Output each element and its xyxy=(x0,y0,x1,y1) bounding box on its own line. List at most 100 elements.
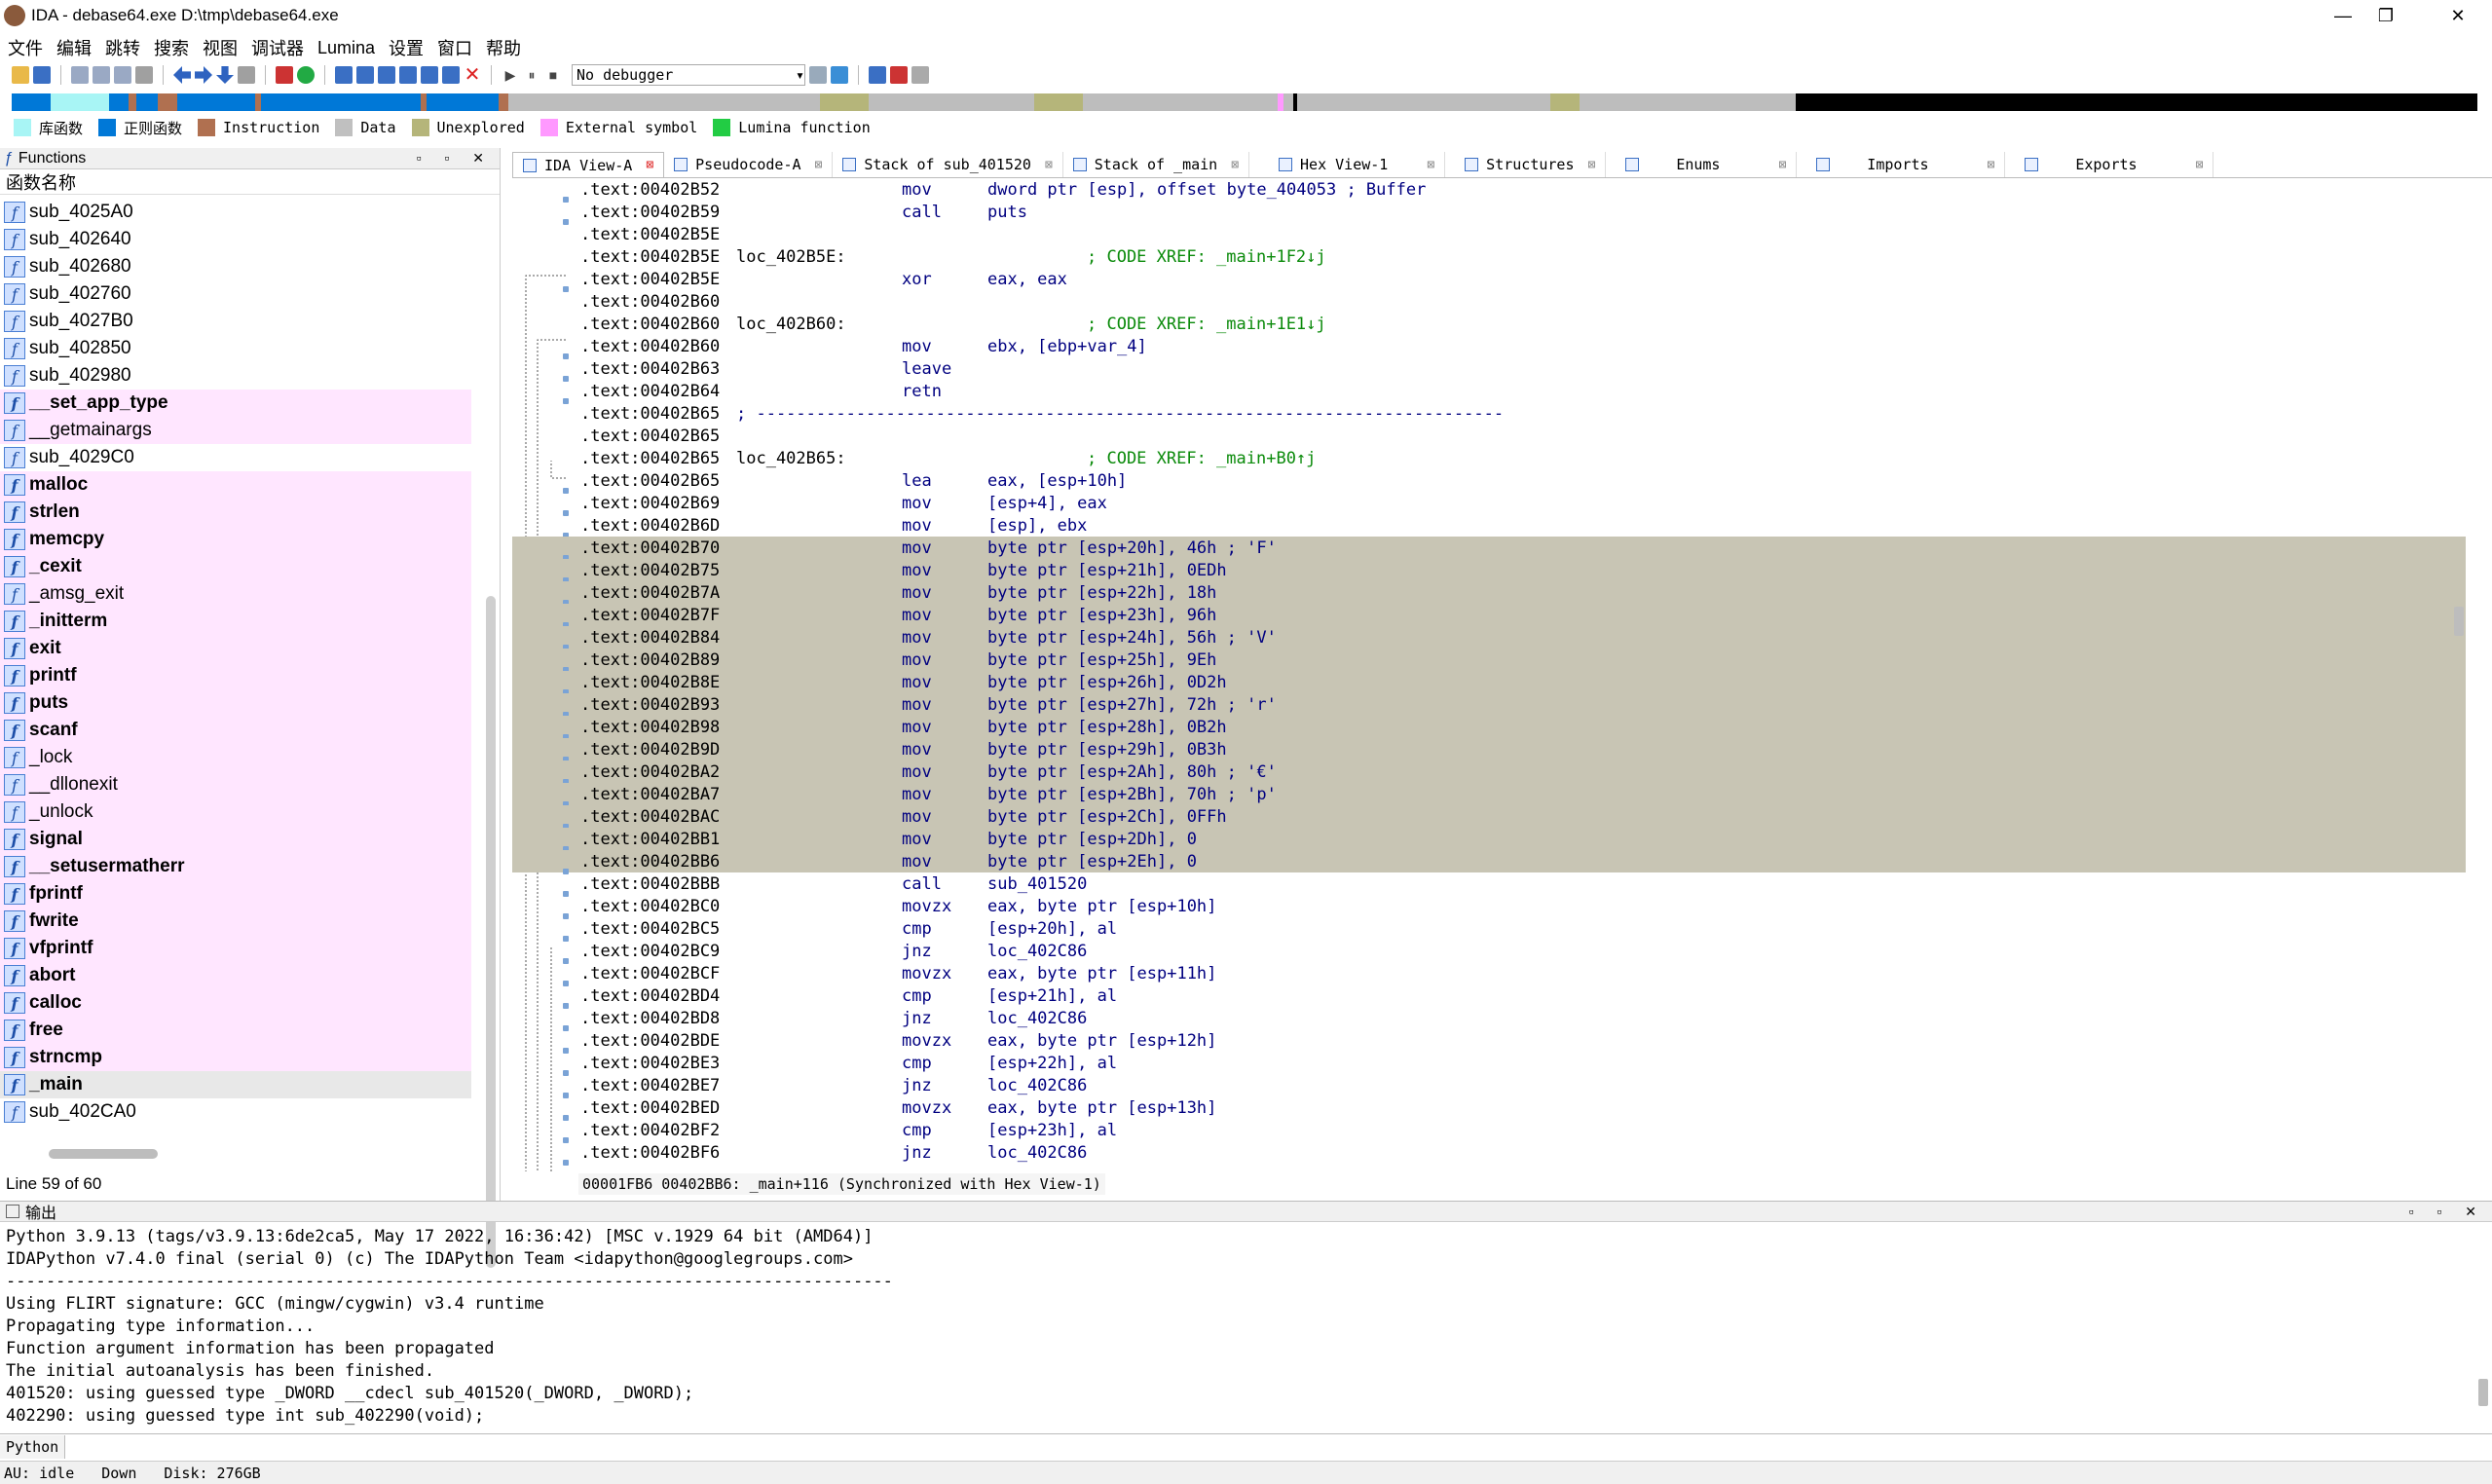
copy-icon[interactable] xyxy=(93,66,110,84)
paste-icon[interactable] xyxy=(114,66,131,84)
function-row[interactable]: f _unlock xyxy=(0,798,471,826)
disasm-line[interactable]: .text:00402B60 mov ebx, [ebp+var_4] xyxy=(512,335,2466,359)
function-row[interactable]: f __getmainargs xyxy=(0,417,471,444)
disasm-line[interactable]: .text:00402BD8 jnz loc_402C86 xyxy=(512,1007,2466,1031)
disasm-line[interactable]: .text:00402BCF movzx eax, byte ptr [esp+11… xyxy=(512,962,2466,986)
forward-arrow-icon[interactable] xyxy=(195,66,212,84)
disasm-line[interactable]: .text:00402BDE movzx eax, byte ptr [esp+12… xyxy=(512,1029,2466,1054)
disasm-line[interactable]: .text:00402B7A mov byte ptr [esp+22h], 18h xyxy=(512,581,2466,606)
functions-horizontal-scrollbar[interactable] xyxy=(49,1149,158,1159)
function-row[interactable]: f strncmp xyxy=(0,1044,471,1071)
disasm-line[interactable]: .text:00402B70 mov byte ptr [esp+20h], 46h… xyxy=(512,537,2466,561)
menu-file[interactable]: 文件 xyxy=(8,35,43,60)
close-icon[interactable]: ⊠ xyxy=(646,158,653,172)
disasm-line[interactable]: .text:00402B9D mov byte ptr [esp+29h], 0B3… xyxy=(512,738,2466,762)
disasm-line[interactable]: .text:00402BD4 cmp [esp+21h], al xyxy=(512,984,2466,1009)
string-icon[interactable] xyxy=(378,66,395,84)
function-row[interactable]: f strlen xyxy=(0,499,471,526)
close-icon[interactable]: ⊠ xyxy=(1988,158,1995,172)
disasm-line[interactable]: .text:00402B84 mov byte ptr [esp+24h], 56h… xyxy=(512,626,2466,650)
disasm-line[interactable]: .text:00402BA2 mov byte ptr [esp+2Ah], 80h… xyxy=(512,761,2466,785)
function-row[interactable]: f _main xyxy=(0,1071,471,1098)
disasm-line[interactable]: .text:00402BC0 movzx eax, byte ptr [esp+10… xyxy=(512,895,2466,919)
menu-jump[interactable]: 跳转 xyxy=(105,35,140,60)
function-row[interactable]: f _initterm xyxy=(0,608,471,635)
disasm-line[interactable]: .text:00402B69 mov [esp+4], eax xyxy=(512,492,2466,516)
disasm-line[interactable]: .text:00402B5E xyxy=(512,223,2466,245)
function-row[interactable]: f fwrite xyxy=(0,908,471,935)
array-icon[interactable] xyxy=(399,66,417,84)
output-console[interactable]: Python 3.9.13 (tags/v3.9.13:6de2ca5, May… xyxy=(6,1227,2470,1431)
disasm-line[interactable]: .text:00402BE7 jnz loc_402C86 xyxy=(512,1074,2466,1098)
tab-stack-sub-401520[interactable]: Stack of sub_401520 ⊠ xyxy=(833,152,1063,177)
function-row[interactable]: f __dllonexit xyxy=(0,771,471,798)
navigation-band[interactable] xyxy=(12,93,2477,111)
cli-language-button[interactable]: Python xyxy=(0,1434,66,1459)
disasm-line[interactable]: .text:00402B93 mov byte ptr [esp+27h], 72h… xyxy=(512,693,2466,718)
code-icon[interactable] xyxy=(335,66,353,84)
menu-edit[interactable]: 编辑 xyxy=(56,35,92,60)
step-icon[interactable] xyxy=(809,66,827,84)
name-icon[interactable] xyxy=(442,66,460,84)
tab-pseudocode-a[interactable]: Pseudocode-A ⊠ xyxy=(664,152,834,177)
function-row[interactable]: f sub_402850 xyxy=(0,335,471,362)
function-name-column-header[interactable]: 函数名称 xyxy=(0,169,500,195)
trace-icon[interactable] xyxy=(831,66,848,84)
menu-search[interactable]: 搜索 xyxy=(154,35,189,60)
go-icon[interactable] xyxy=(297,66,315,84)
panel-window-buttons[interactable]: ▫ ▫ ✕ xyxy=(2409,1204,2486,1220)
run-icon[interactable]: ▶ xyxy=(502,66,519,84)
jump-down-icon[interactable] xyxy=(216,66,234,84)
pause-icon[interactable]: ⏸ xyxy=(523,66,540,84)
function-row[interactable]: f calloc xyxy=(0,989,471,1017)
open-file-icon[interactable] xyxy=(12,66,29,84)
maximize-button[interactable]: ❐ xyxy=(2357,0,2415,31)
close-icon[interactable]: ⊠ xyxy=(1587,158,1595,172)
function-row[interactable]: f exit xyxy=(0,635,471,662)
function-row[interactable]: f signal xyxy=(0,826,471,853)
close-icon[interactable]: ⊠ xyxy=(1045,158,1053,172)
function-row[interactable]: f vfprintf xyxy=(0,935,471,962)
disasm-line[interactable]: .text:00402B65 ; ------------------------… xyxy=(512,402,2466,425)
data-icon[interactable] xyxy=(356,66,374,84)
disasm-line[interactable]: .text:00402BF6 jnz loc_402C86 xyxy=(512,1141,2466,1166)
function-row[interactable]: f free xyxy=(0,1017,471,1044)
menu-windows[interactable]: 窗口 xyxy=(437,35,472,60)
function-row[interactable]: f sub_402980 xyxy=(0,362,471,390)
close-window-button[interactable]: ✕ xyxy=(2429,0,2487,31)
disassembly-view[interactable]: .text:00402B52 mov dword ptr [esp], offset… xyxy=(512,178,2466,1171)
close-icon[interactable]: ⊠ xyxy=(1778,158,1786,172)
command-input[interactable] xyxy=(65,1434,2492,1459)
disasm-line[interactable]: .text:00402BF2 cmp [esp+23h], al xyxy=(512,1119,2466,1143)
function-row[interactable]: f sub_402760 xyxy=(0,280,471,308)
disasm-line[interactable]: .text:00402BC9 jnz loc_402C86 xyxy=(512,940,2466,964)
function-row[interactable]: f sub_4025A0 xyxy=(0,199,471,226)
function-row[interactable]: f scanf xyxy=(0,717,471,744)
disasm-line[interactable]: .text:00402BC5 cmp [esp+20h], al xyxy=(512,917,2466,942)
disasm-line[interactable]: .text:00402BBB call sub_401520 xyxy=(512,872,2466,897)
graph-view-icon[interactable] xyxy=(276,66,293,84)
output-scrollbar[interactable] xyxy=(2478,1379,2488,1406)
cut-icon[interactable] xyxy=(71,66,89,84)
function-row[interactable]: f _lock xyxy=(0,744,471,771)
function-row[interactable]: f malloc xyxy=(0,471,471,499)
disasm-line[interactable]: .text:00402BA7 mov byte ptr [esp+2Bh], 70h… xyxy=(512,783,2466,807)
tab-enums[interactable]: Enums ⊠ xyxy=(1606,152,1798,177)
tab-ida-view-a[interactable]: IDA View-A ⊠ xyxy=(512,152,665,177)
disasm-line[interactable]: .text:00402B75 mov byte ptr [esp+21h], 0ED… xyxy=(512,559,2466,583)
tab-structures[interactable]: Structures ⊠ xyxy=(1445,152,1607,177)
stop-icon[interactable]: ■ xyxy=(544,66,562,84)
disasm-line[interactable]: .text:00402B8E mov byte ptr [esp+26h], 0D2… xyxy=(512,671,2466,695)
tab-imports[interactable]: Imports ⊠ xyxy=(1797,152,2006,177)
function-row[interactable]: f puts xyxy=(0,689,471,717)
disasm-line[interactable]: .text:00402B65 loc_402B65: ; CODE XREF: _m… xyxy=(512,447,2466,469)
close-icon[interactable]: ⊠ xyxy=(815,158,823,172)
disasm-line[interactable]: .text:00402B64 retn xyxy=(512,380,2466,404)
delete-icon[interactable]: ✕ xyxy=(464,65,481,85)
disasm-line[interactable]: .text:00402BB6 mov byte ptr [esp+2Eh], 0 xyxy=(512,850,2466,874)
close-icon[interactable]: ⊠ xyxy=(1427,158,1434,172)
disasm-line[interactable]: .text:00402B6D mov [esp], ebx xyxy=(512,514,2466,538)
disasm-line[interactable]: .text:00402B65 xyxy=(512,425,2466,447)
disasm-line[interactable]: .text:00402B89 mov byte ptr [esp+25h], 9Eh xyxy=(512,649,2466,673)
function-row[interactable]: f abort xyxy=(0,962,471,989)
